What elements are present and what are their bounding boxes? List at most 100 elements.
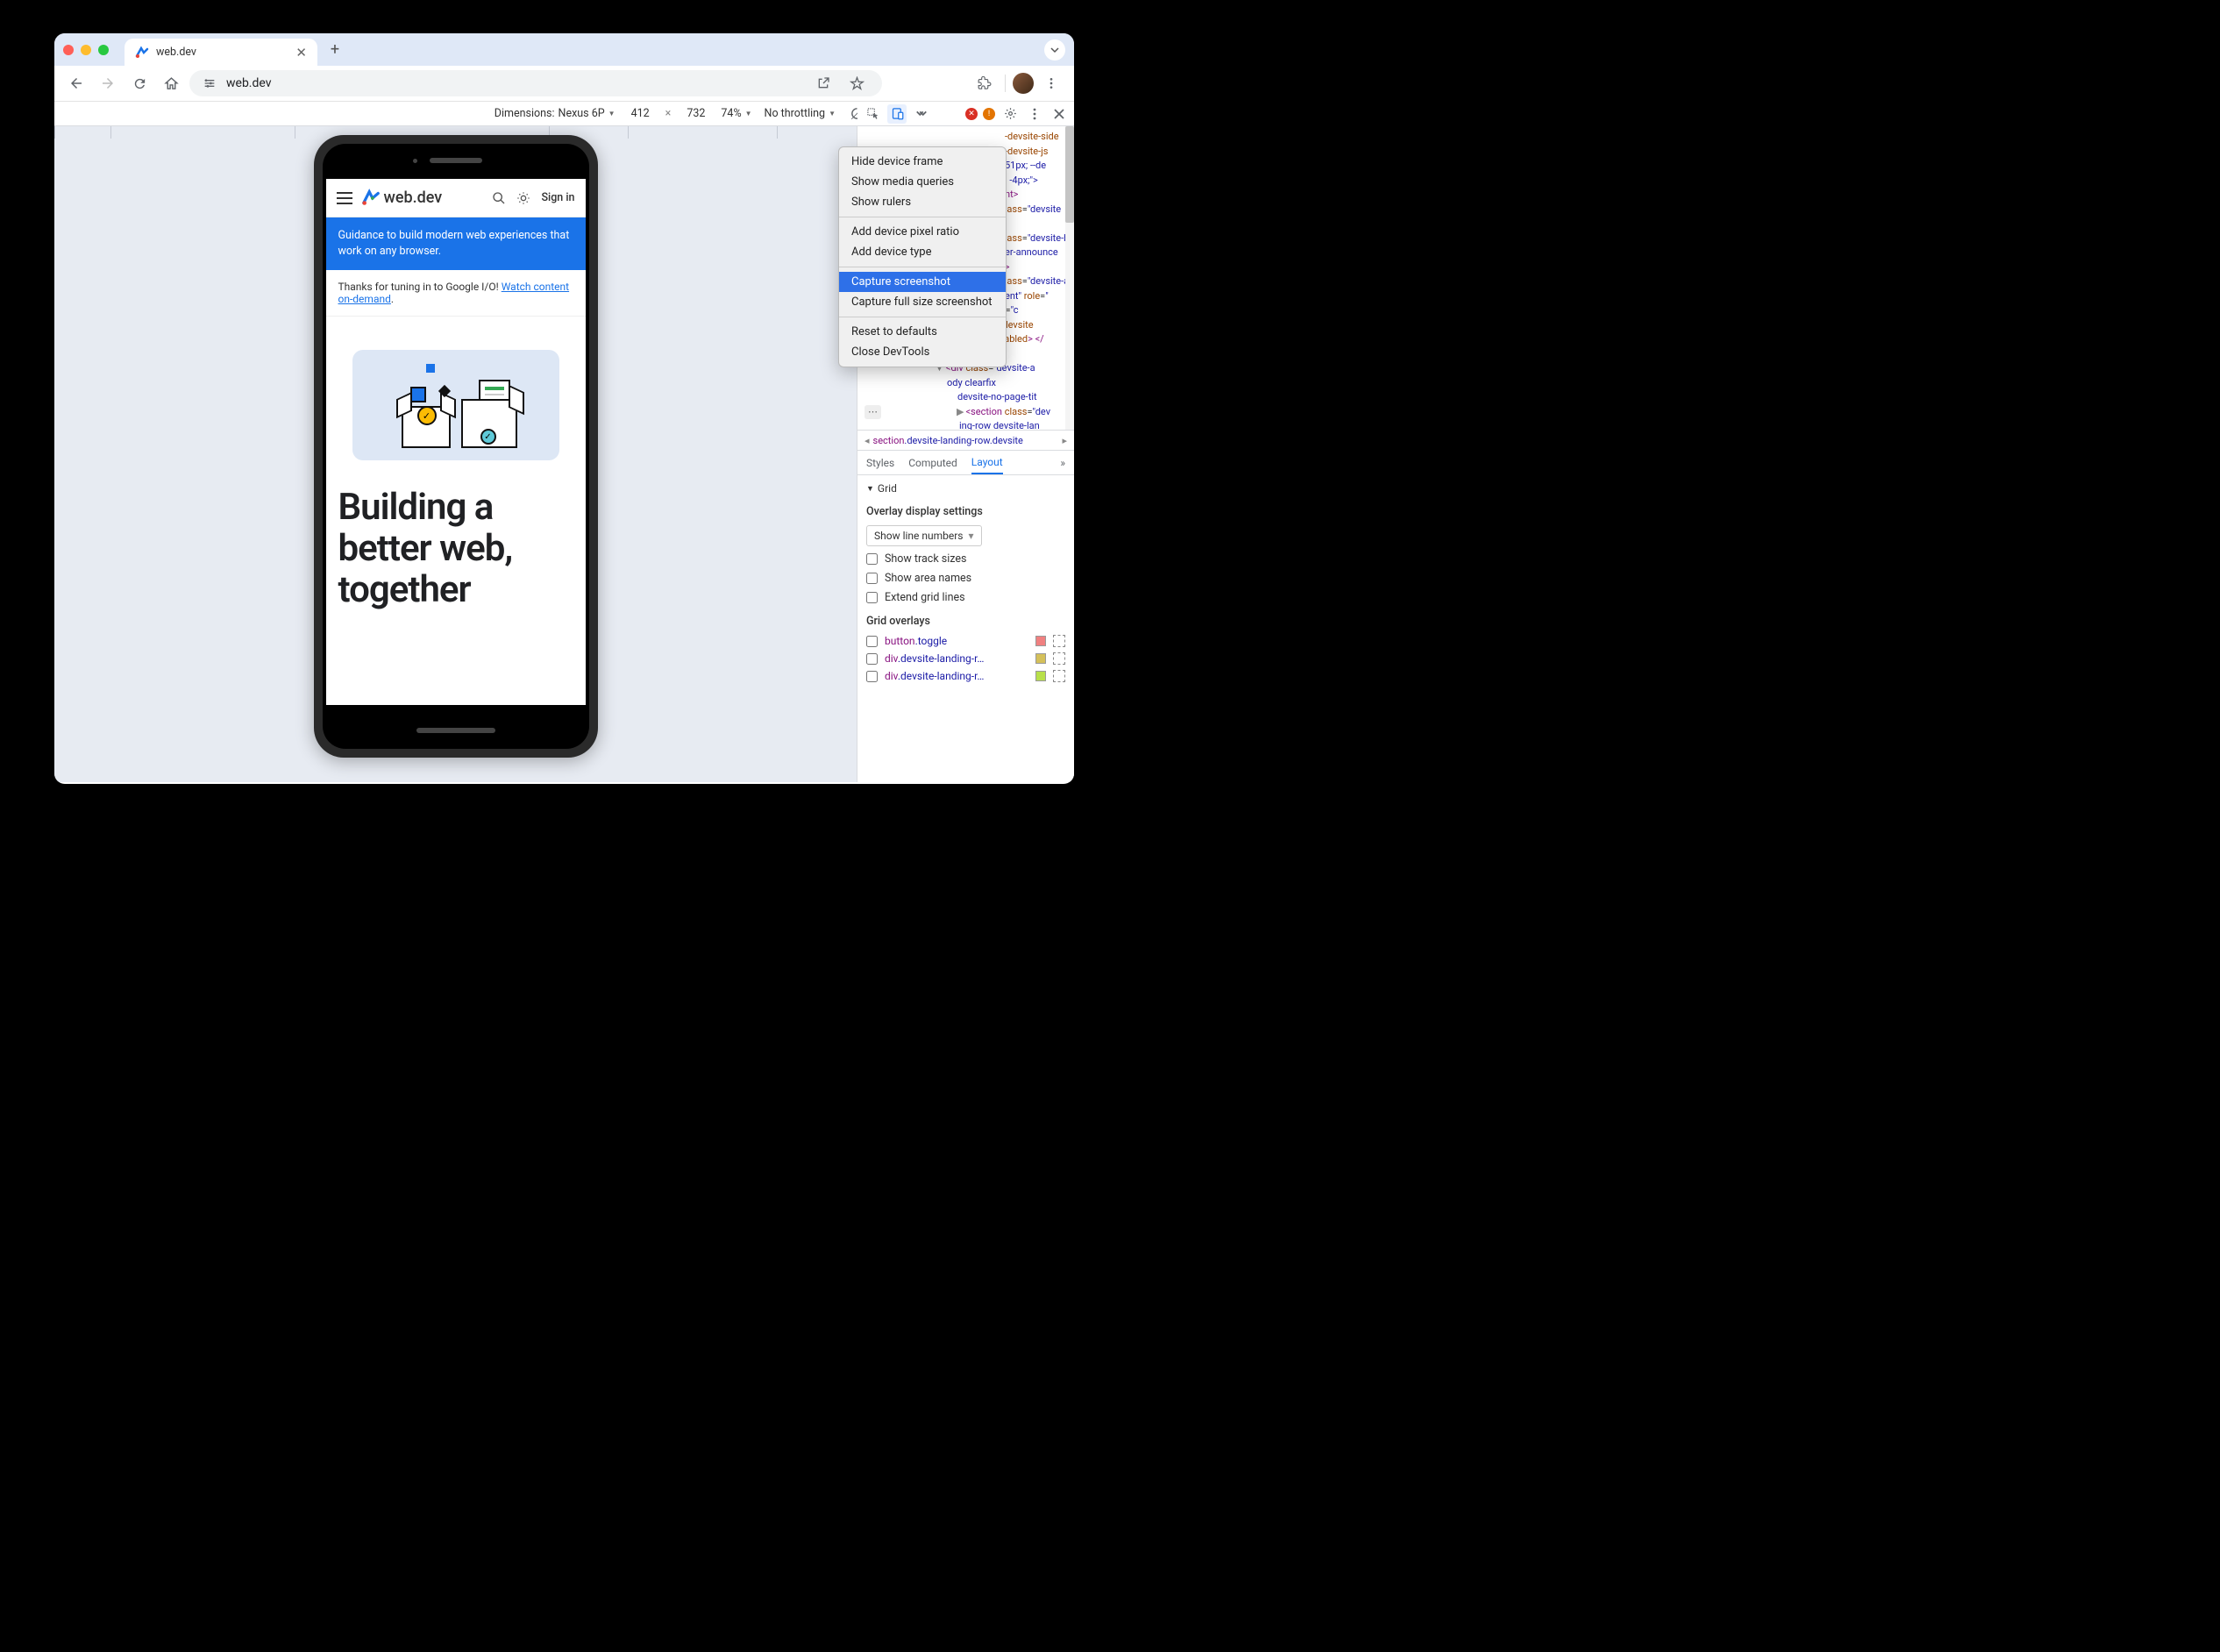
home-button[interactable] [158, 70, 184, 96]
io-announcement: Thanks for tuning in to Google I/O! Watc… [326, 270, 586, 317]
hero-illustration: ✓ ✓ [352, 350, 559, 460]
menu-close-devtools[interactable]: Close DevTools [839, 342, 1006, 362]
bookmark-icon[interactable] [843, 70, 870, 96]
menu-reset[interactable]: Reset to defaults [839, 322, 1006, 342]
camera-dot [413, 159, 417, 163]
inspect-icon[interactable] [863, 104, 882, 124]
menu-show-media[interactable]: Show media queries [839, 172, 1006, 192]
close-tab-icon[interactable]: ✕ [295, 45, 307, 61]
devtools-menu-icon[interactable] [1025, 104, 1044, 124]
grid-section-header[interactable]: Grid [866, 482, 1065, 495]
tabs-dropdown-button[interactable] [1044, 39, 1065, 61]
overlay-row[interactable]: div.devsite-landing-r… [866, 652, 1065, 665]
tab-title: web.dev [156, 46, 288, 59]
device-toolbar-menu-icon[interactable] [829, 126, 846, 128]
scrollbar-thumb[interactable] [1065, 126, 1074, 223]
signin-link[interactable]: Sign in [541, 191, 574, 204]
site-info-icon[interactable] [202, 75, 217, 91]
favicon-icon [135, 46, 149, 60]
device-width[interactable]: 412 [628, 107, 653, 120]
minimize-window-button[interactable] [81, 45, 91, 55]
color-swatch[interactable] [1035, 636, 1046, 646]
highlight-icon[interactable] [1053, 652, 1065, 665]
forward-button[interactable] [95, 70, 121, 96]
viewport: web.dev Sign in Guidance to build modern… [54, 126, 1074, 782]
highlight-icon[interactable] [1053, 635, 1065, 647]
devtools-toolbar: ✕ ! [857, 102, 1074, 126]
traffic-lights [63, 45, 109, 55]
omnibox[interactable]: web.dev [189, 70, 882, 96]
tab-bar: web.dev ✕ + [54, 33, 1074, 66]
highlight-icon[interactable] [1053, 670, 1065, 682]
device-name: Nexus 6P [559, 107, 605, 120]
hamburger-icon[interactable] [337, 192, 352, 204]
site-logo[interactable]: web.dev [361, 189, 443, 208]
overlay-row[interactable]: button.toggle [866, 635, 1065, 647]
crumb-left-icon[interactable]: ◂ [861, 435, 873, 446]
new-tab-button[interactable]: + [323, 38, 347, 62]
scrollbar-track[interactable] [1065, 126, 1074, 430]
browser-window: web.dev ✕ + web.dev [54, 33, 1074, 784]
device-screen[interactable]: web.dev Sign in Guidance to build modern… [326, 179, 586, 705]
overlay-row[interactable]: div.devsite-landing-r… [866, 670, 1065, 682]
menu-add-dpr[interactable]: Add device pixel ratio [839, 222, 1006, 242]
breadcrumb-bar[interactable]: ◂ section.devsite-landing-row.devsite ▸ [857, 430, 1074, 451]
devtools-panel: ✕ ! Hide device frame Show media queries… [857, 126, 1074, 782]
maximize-window-button[interactable] [98, 45, 109, 55]
settings-icon[interactable] [1000, 104, 1020, 124]
throttling-dropdown[interactable]: No throttling [765, 107, 836, 120]
breadcrumb[interactable]: section.devsite-landing-row.devsite [873, 435, 1059, 446]
crumb-right-icon[interactable]: ▸ [1058, 435, 1071, 446]
menu-hide-frame[interactable]: Hide device frame [839, 152, 1006, 172]
styles-tabs: Styles Computed Layout » [857, 451, 1074, 475]
color-swatch[interactable] [1035, 671, 1046, 681]
menu-capture-screenshot[interactable]: Capture screenshot [839, 272, 1006, 292]
context-menu: Hide device frame Show media queries Sho… [838, 146, 1007, 367]
url-bar: web.dev [54, 66, 1074, 102]
url-text: web.dev [226, 76, 272, 90]
profile-avatar[interactable] [1013, 73, 1034, 94]
speaker-slot [430, 158, 482, 163]
layout-pane[interactable]: Grid Overlay display settings Show line … [857, 475, 1074, 782]
device-dropdown[interactable]: Dimensions: Nexus 6P [495, 107, 615, 120]
device-canvas: web.dev Sign in Guidance to build modern… [54, 126, 857, 782]
close-window-button[interactable] [63, 45, 74, 55]
mobile-header: web.dev Sign in [326, 179, 586, 217]
tab-layout[interactable]: Layout [971, 456, 1003, 474]
chrome-menu-icon[interactable] [1037, 70, 1065, 96]
grid-overlays-title: Grid overlays [866, 615, 1065, 628]
device-mode-icon[interactable] [887, 104, 907, 124]
share-icon[interactable] [810, 70, 836, 96]
theme-icon[interactable] [516, 191, 530, 205]
reload-button[interactable] [126, 70, 153, 96]
tab-styles[interactable]: Styles [866, 457, 894, 469]
dimensions-separator: × [665, 107, 672, 120]
check-extend-lines[interactable]: Extend grid lines [866, 591, 1065, 604]
menu-show-rulers[interactable]: Show rulers [839, 192, 1006, 212]
menu-capture-full[interactable]: Capture full size screenshot [839, 292, 1006, 312]
ellipsis-button[interactable]: ⋯ [865, 405, 881, 420]
device-frame: web.dev Sign in Guidance to build modern… [314, 135, 598, 758]
search-icon[interactable] [492, 191, 506, 205]
more-tabs-icon[interactable] [912, 104, 931, 124]
dimensions-label: Dimensions: [495, 107, 555, 120]
browser-tab[interactable]: web.dev ✕ [125, 39, 317, 66]
check-track-sizes[interactable]: Show track sizes [866, 552, 1065, 566]
banner: Guidance to build modern web experiences… [326, 217, 586, 270]
tab-computed[interactable]: Computed [908, 457, 957, 469]
line-numbers-dropdown[interactable]: Show line numbers [866, 525, 982, 546]
warning-badge[interactable]: ! [983, 108, 995, 120]
color-swatch[interactable] [1035, 653, 1046, 664]
zoom-dropdown[interactable]: 74% [721, 107, 751, 120]
divider [1005, 75, 1006, 92]
overlay-settings-title: Overlay display settings [866, 505, 1065, 518]
check-area-names[interactable]: Show area names [866, 572, 1065, 585]
extensions-icon[interactable] [970, 70, 998, 96]
home-bar [416, 728, 495, 733]
device-height[interactable]: 732 [683, 107, 708, 120]
menu-add-type[interactable]: Add device type [839, 242, 1006, 262]
error-badge[interactable]: ✕ [965, 108, 978, 120]
more-tabs-icon[interactable]: » [1060, 457, 1065, 469]
back-button[interactable] [63, 70, 89, 96]
close-devtools-icon[interactable] [1050, 104, 1069, 124]
